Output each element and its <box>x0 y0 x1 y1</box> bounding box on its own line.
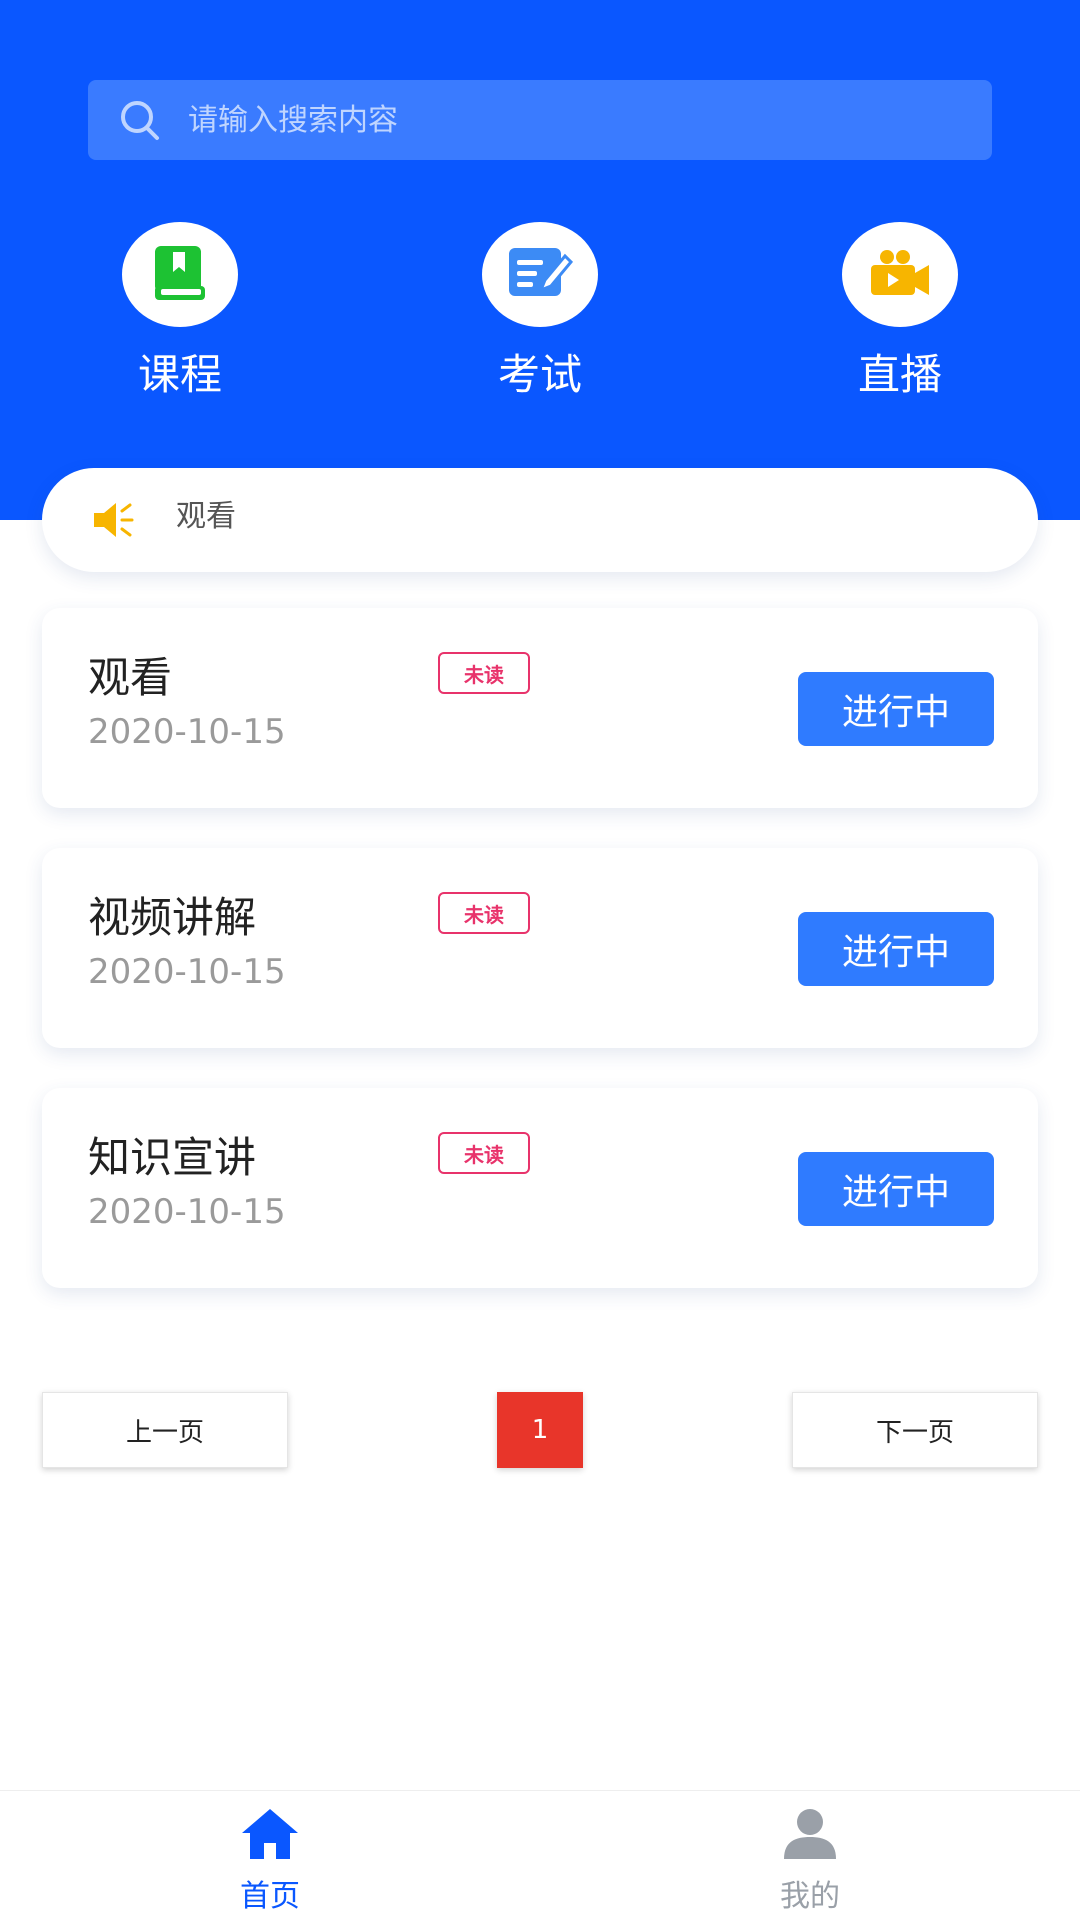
user-icon <box>782 1807 838 1865</box>
list-item[interactable]: 视频讲解 未读 2020-10-15 进行中 <box>42 848 1038 1048</box>
list-item[interactable]: 观看 未读 2020-10-15 进行中 <box>42 608 1038 808</box>
notice-text: 观看 <box>176 499 236 534</box>
item-title: 观看 <box>88 653 173 702</box>
list-item[interactable]: 知识宣讲 未读 2020-10-15 进行中 <box>42 1088 1038 1288</box>
quick-nav-live-circle <box>842 222 958 327</box>
search-icon <box>118 98 162 142</box>
prev-page-button[interactable]: 上一页 <box>42 1392 288 1468</box>
bottom-tab-bar: 首页 我的 <box>0 1790 1080 1920</box>
next-page-button[interactable]: 下一页 <box>792 1392 1038 1468</box>
tab-home-label: 首页 <box>240 1879 300 1914</box>
quick-nav-live-label: 直播 <box>857 350 942 399</box>
status-button[interactable]: 进行中 <box>798 1152 994 1226</box>
tab-mine-label: 我的 <box>780 1879 840 1914</box>
book-icon <box>149 242 211 308</box>
quick-nav-exam-circle <box>482 222 598 327</box>
home-icon <box>240 1807 300 1865</box>
item-date: 2020-10-15 <box>88 1192 286 1232</box>
quick-nav-live[interactable]: 直播 <box>810 222 990 402</box>
item-date: 2020-10-15 <box>88 712 286 752</box>
quick-nav-course-circle <box>122 222 238 327</box>
video-camera-icon <box>867 245 933 305</box>
item-title: 视频讲解 <box>88 893 257 942</box>
header: 课程 考试 <box>0 0 1080 520</box>
unread-badge: 未读 <box>438 1132 530 1174</box>
unread-badge: 未读 <box>438 892 530 934</box>
quick-nav-course-label: 课程 <box>137 350 222 399</box>
tab-home[interactable]: 首页 <box>170 1807 370 1917</box>
current-page[interactable]: 1 <box>497 1392 583 1468</box>
speaker-icon <box>90 497 136 543</box>
notice-bar[interactable]: 观看 <box>42 468 1038 572</box>
search-bar[interactable] <box>88 80 992 160</box>
item-date: 2020-10-15 <box>88 952 286 992</box>
status-button[interactable]: 进行中 <box>798 672 994 746</box>
item-title: 知识宣讲 <box>88 1133 257 1182</box>
search-input[interactable] <box>188 90 948 150</box>
status-button[interactable]: 进行中 <box>798 912 994 986</box>
quick-nav-exam-label: 考试 <box>497 350 582 399</box>
unread-badge: 未读 <box>438 652 530 694</box>
quick-nav-exam[interactable]: 考试 <box>450 222 630 402</box>
quick-nav-course[interactable]: 课程 <box>90 222 270 402</box>
edit-icon <box>505 242 575 308</box>
tab-mine[interactable]: 我的 <box>710 1807 910 1917</box>
